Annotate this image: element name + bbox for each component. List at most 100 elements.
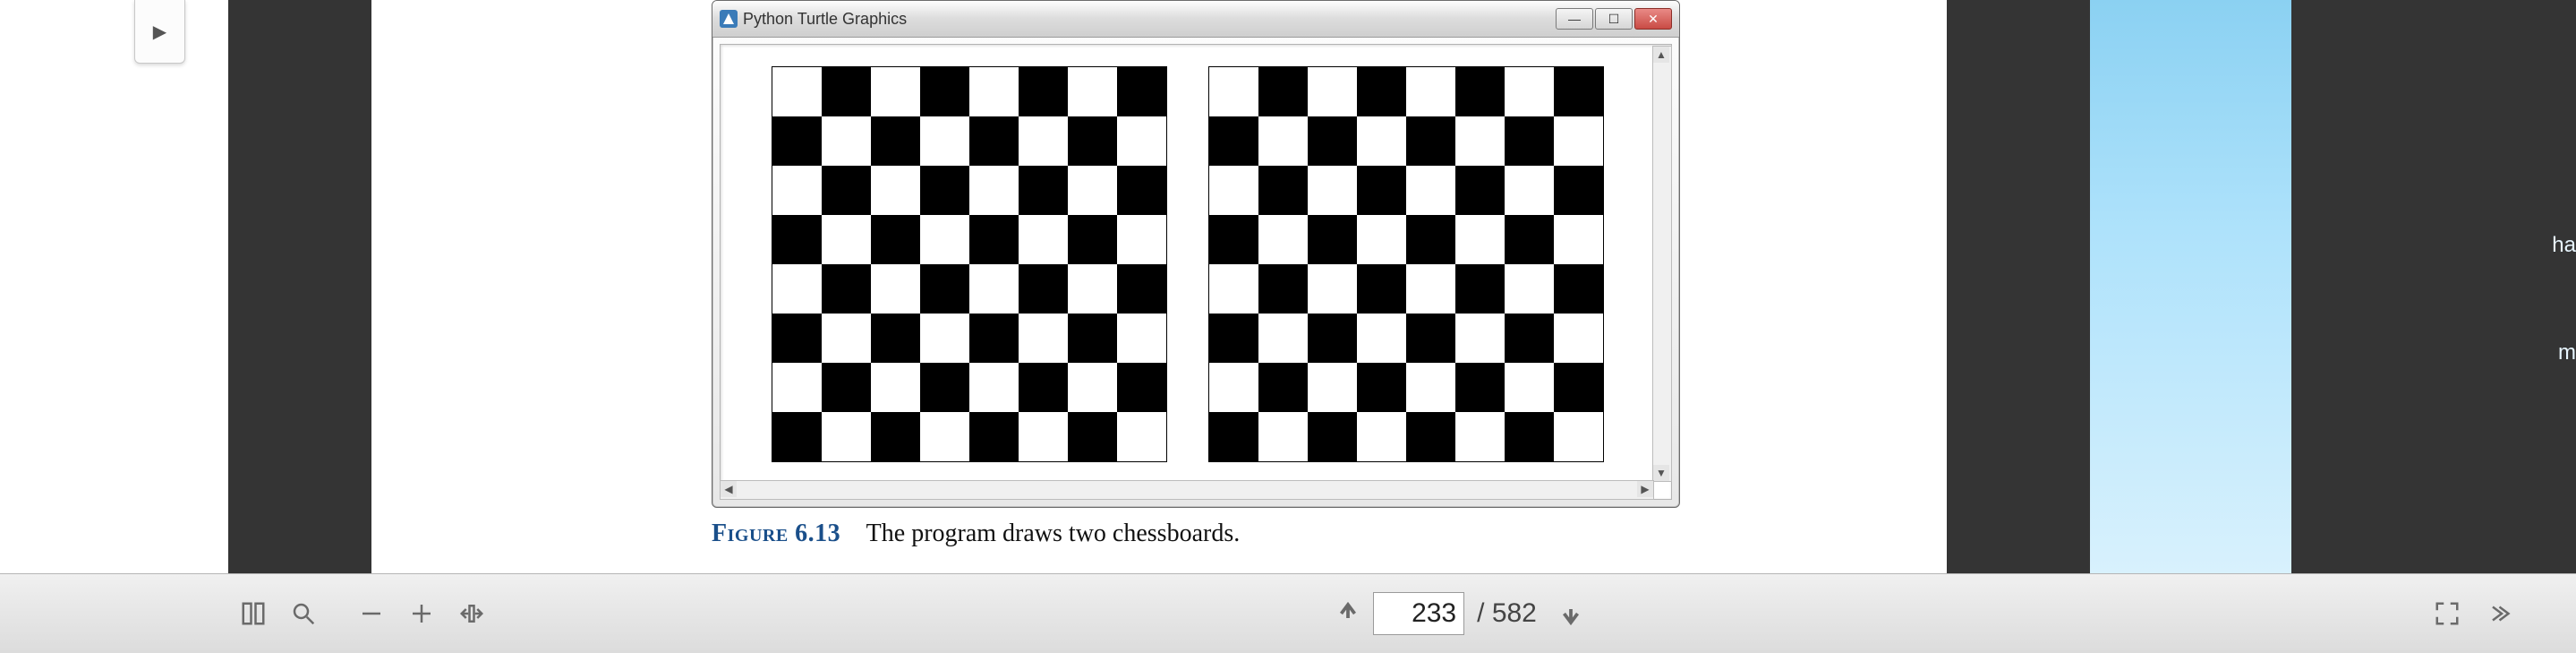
chess-square	[1019, 116, 1068, 166]
zoom-out-button[interactable]	[346, 589, 397, 639]
chess-square	[1357, 363, 1406, 412]
chess-square	[1455, 314, 1505, 363]
chess-square	[1308, 412, 1357, 461]
chess-square	[1068, 215, 1117, 264]
tk-icon	[720, 10, 738, 28]
turtle-window-title: Python Turtle Graphics	[743, 10, 907, 29]
chess-square	[1455, 166, 1505, 215]
chess-square	[1357, 166, 1406, 215]
pdf-toolbar: / 582	[0, 573, 2576, 653]
next-page-button[interactable]	[1546, 589, 1596, 639]
chess-square	[1209, 166, 1258, 215]
chess-square	[1019, 264, 1068, 314]
chess-square	[1554, 314, 1603, 363]
chess-square	[871, 412, 920, 461]
chess-square	[1554, 363, 1603, 412]
pdf-viewport: Python Turtle Graphics — ☐ ✕ ▲ ▼ ◀ ▶	[0, 0, 2576, 573]
turtle-canvas	[720, 44, 1672, 500]
chess-square	[920, 412, 969, 461]
close-button[interactable]: ✕	[1634, 8, 1672, 30]
thumbnails-button[interactable]	[228, 589, 278, 639]
chess-square	[871, 314, 920, 363]
chess-square	[1019, 215, 1068, 264]
chessboard-right	[1208, 66, 1604, 462]
chess-square	[1554, 412, 1603, 461]
vertical-scrollbar[interactable]: ▲ ▼	[1652, 46, 1672, 482]
turtle-titlebar: Python Turtle Graphics — ☐ ✕	[712, 1, 1679, 38]
chess-square	[1068, 264, 1117, 314]
chess-square	[1505, 116, 1554, 166]
scroll-left-icon[interactable]: ◀	[721, 481, 737, 497]
chess-square	[772, 412, 822, 461]
chess-square	[1455, 67, 1505, 116]
chess-square	[1406, 116, 1455, 166]
chess-square	[772, 116, 822, 166]
more-tools-button[interactable]	[2472, 589, 2522, 639]
chess-square	[1258, 166, 1308, 215]
chess-square	[871, 264, 920, 314]
page-number-input[interactable]	[1373, 592, 1464, 635]
chess-square	[1117, 166, 1166, 215]
fullscreen-button[interactable]	[2422, 589, 2472, 639]
search-button[interactable]	[278, 589, 328, 639]
chess-square	[1258, 264, 1308, 314]
chess-square	[1019, 67, 1068, 116]
chess-square	[1068, 166, 1117, 215]
chess-square	[871, 116, 920, 166]
chess-square	[1455, 412, 1505, 461]
sidebar-expand-handle[interactable]: ▶	[134, 0, 185, 64]
chess-square	[1209, 67, 1258, 116]
chess-square	[772, 314, 822, 363]
chessboard-left	[772, 66, 1167, 462]
chess-square	[1209, 363, 1258, 412]
chess-square	[1505, 215, 1554, 264]
chess-square	[1068, 116, 1117, 166]
chess-square	[1357, 412, 1406, 461]
peek-text-2: m	[2558, 340, 2576, 365]
chess-square	[822, 116, 871, 166]
chess-square	[1258, 215, 1308, 264]
chess-square	[1068, 314, 1117, 363]
chess-square	[920, 215, 969, 264]
fit-width-button[interactable]	[447, 589, 497, 639]
chess-square	[1357, 67, 1406, 116]
chess-square	[1117, 412, 1166, 461]
chess-square	[1406, 264, 1455, 314]
scroll-right-icon[interactable]: ▶	[1637, 481, 1653, 497]
chess-square	[1068, 67, 1117, 116]
chess-square	[1209, 412, 1258, 461]
chess-square	[969, 412, 1019, 461]
prev-page-button[interactable]	[1323, 589, 1373, 639]
chess-square	[1455, 215, 1505, 264]
chess-square	[871, 363, 920, 412]
horizontal-scrollbar[interactable]: ◀ ▶	[720, 480, 1654, 500]
chess-square	[822, 264, 871, 314]
chess-square	[969, 67, 1019, 116]
chess-square	[969, 166, 1019, 215]
chess-square	[1308, 116, 1357, 166]
chess-square	[1554, 67, 1603, 116]
chess-square	[1117, 314, 1166, 363]
chess-square	[1406, 67, 1455, 116]
chess-square	[822, 363, 871, 412]
chess-square	[1258, 67, 1308, 116]
scroll-down-icon[interactable]: ▼	[1653, 465, 1669, 481]
page-separator: /	[1477, 598, 1484, 628]
peek-text-1: ha	[2552, 233, 2576, 258]
page-total-label: / 582	[1477, 598, 1537, 629]
chess-square	[1554, 166, 1603, 215]
chess-square	[1406, 412, 1455, 461]
chess-square	[1505, 412, 1554, 461]
chess-square	[920, 166, 969, 215]
gutter-sky	[2090, 0, 2291, 573]
chess-square	[1455, 116, 1505, 166]
chess-square	[822, 314, 871, 363]
chess-square	[1505, 314, 1554, 363]
chess-square	[772, 215, 822, 264]
chess-square	[871, 215, 920, 264]
minimize-button[interactable]: —	[1556, 8, 1593, 30]
scroll-up-icon[interactable]: ▲	[1653, 47, 1669, 63]
maximize-button[interactable]: ☐	[1595, 8, 1633, 30]
canvas-content	[729, 54, 1646, 474]
zoom-in-button[interactable]	[397, 589, 447, 639]
